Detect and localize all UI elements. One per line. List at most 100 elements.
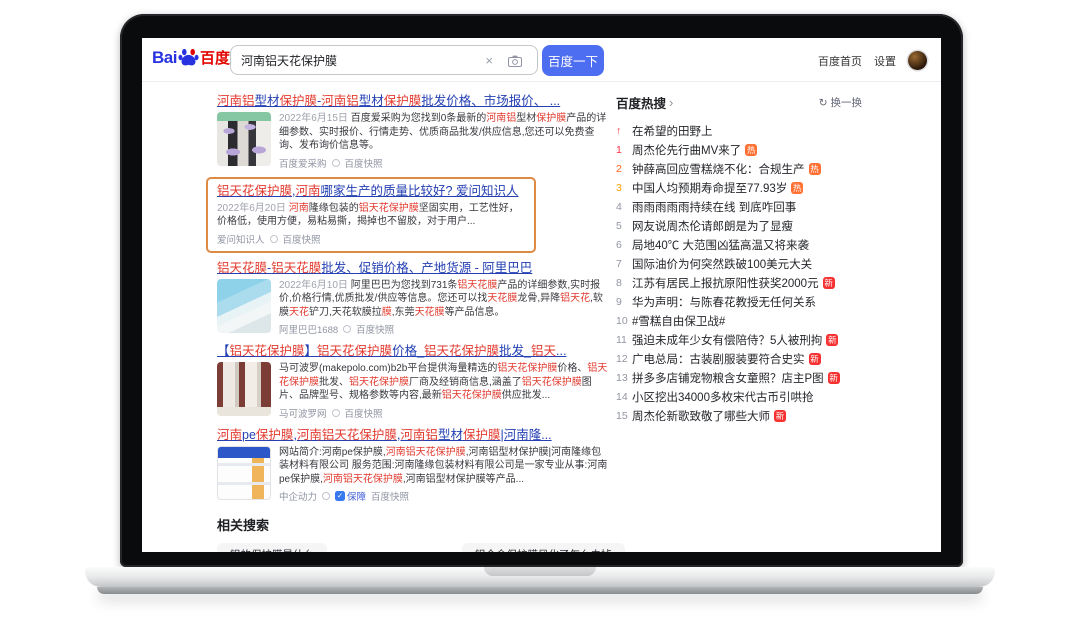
user-avatar[interactable] <box>908 51 927 70</box>
hot-item-text: 广电总局：古装剧服装要符合史实 <box>632 351 805 367</box>
baidu-logo[interactable]: Bai 百度 <box>152 47 230 68</box>
baidu-header: Bai 百度 × <box>142 38 941 82</box>
related-search-section: 相关搜索 铝的保护膜是什么铝合金保护膜风化了怎么去掉德阳软膜天花铝制品表面的保护… <box>217 515 609 552</box>
hot-item-text: #雪糕自由保卫战# <box>632 313 725 329</box>
hot-badge: 热 <box>809 163 821 175</box>
hot-rank-number: 6 <box>616 239 632 251</box>
result-title-link[interactable]: 河南铝型材保护膜-河南铝型材保护膜批发价格、市场报价、 ... <box>217 93 609 109</box>
refresh-icon: ↻ <box>819 97 828 109</box>
chevron-right-icon: › <box>669 96 673 109</box>
related-search-pill[interactable]: 铝的保护膜是什么 <box>217 543 327 552</box>
result-source-name: 中企动力 <box>279 489 317 503</box>
hot-search-item[interactable]: 15周杰伦新歌致敬了哪些大师新 <box>616 406 866 425</box>
clear-icon[interactable]: × <box>485 54 493 67</box>
hot-search-item[interactable]: 5网友说周杰伦请郎朗是为了显瘦 <box>616 216 866 235</box>
result-thumbnail-image[interactable] <box>217 279 271 333</box>
hot-search-item[interactable]: 13拼多多店铺宠物粮含女童照？店主P图新 <box>616 368 866 387</box>
snapshot-link[interactable]: 百度快照 <box>345 406 383 420</box>
snapshot-circle-icon <box>332 159 340 167</box>
result-text-col: 马可波罗(makepolo.com)b2b平台提供海量精选的铝天花保护膜价格、铝… <box>279 362 609 420</box>
snapshot-link[interactable]: 百度快照 <box>283 232 321 246</box>
result-body: 网站简介:河南pe保护膜,河南铝天花保护膜,河南铝型材保护膜|河南隆缘包装材料有… <box>217 446 609 504</box>
hot-search-item[interactable]: ↑在希望的田野上 <box>616 121 866 140</box>
result-thumbnail-image[interactable] <box>217 112 271 166</box>
hot-search-list: ↑在希望的田野上1周杰伦先行曲MV来了热2钟薛高回应雪糕烧不化：合规生产热3中国… <box>616 121 866 425</box>
hot-rank-number: 3 <box>616 182 632 194</box>
hot-badge: 新 <box>823 277 835 289</box>
result-thumbnail-image[interactable] <box>217 446 271 500</box>
search-input[interactable] <box>241 53 466 67</box>
result-body: 2022年6月20日 河南隆缘包装的铝天花保护膜坚固实用，工艺性好，价格低，使用… <box>217 202 525 246</box>
snapshot-link[interactable]: 百度快照 <box>356 322 394 336</box>
hot-search-item[interactable]: 8江苏有居民上报抗原阳性获奖2000元新 <box>616 273 866 292</box>
search-button[interactable]: 百度一下 <box>542 45 604 76</box>
hot-search-item[interactable]: 14小区挖出34000多枚宋代古币引哄抢 <box>616 387 866 406</box>
hot-rank-number: 8 <box>616 277 632 289</box>
nav-baidu-home[interactable]: 百度首页 <box>818 53 862 69</box>
snapshot-link[interactable]: 百度快照 <box>371 489 409 503</box>
top-pin-icon: ↑ <box>616 125 632 137</box>
hot-item-text: 局地40℃ 大范围凶猛高温又将来袭 <box>632 237 809 253</box>
related-search-title: 相关搜索 <box>217 515 609 534</box>
hot-item-text: 在希望的田野上 <box>632 123 713 139</box>
hot-search-panel: 百度热搜 › ↻ 换一换 ↑在希望的田野上1周杰伦先行曲MV来了热2钟薛高回应雪… <box>616 93 866 425</box>
hot-search-item[interactable]: 7国际油价为何突然跌破100美元大关 <box>616 254 866 273</box>
result-description: 2022年6月20日 河南隆缘包装的铝天花保护膜坚固实用，工艺性好，价格低，使用… <box>217 202 525 229</box>
snapshot-link[interactable]: 百度快照 <box>345 156 383 170</box>
result-title-link[interactable]: 铝天花保护膜,河南哪家生产的质量比较好? 爱问知识人 <box>217 183 525 199</box>
hot-rank-number: 4 <box>616 201 632 213</box>
result-text-col: 网站简介:河南pe保护膜,河南铝天花保护膜,河南铝型材保护膜|河南隆缘包装材料有… <box>279 446 609 504</box>
nav-settings[interactable]: 设置 <box>874 53 896 69</box>
hot-search-item[interactable]: 6局地40℃ 大范围凶猛高温又将来袭 <box>616 235 866 254</box>
check-icon: ✓ <box>335 491 345 501</box>
highlighted-result: 铝天花保护膜,河南哪家生产的质量比较好? 爱问知识人 2022年6月20日 河南隆… <box>206 177 536 253</box>
search-result: 河南pe保护膜,河南铝天花保护膜,河南铝型材保护膜|河南隆... 网站简介:河南p… <box>217 427 609 504</box>
snapshot-circle-icon <box>322 492 330 500</box>
hot-rank-number: 9 <box>616 296 632 308</box>
search-result: 河南铝型材保护膜-河南铝型材保护膜批发价格、市场报价、 ... 2022年6月15… <box>217 93 609 170</box>
hot-badge: 新 <box>828 372 840 384</box>
result-source-name: 爱问知识人 <box>217 232 265 246</box>
result-text-col: 2022年6月10日 阿里巴巴为您找到731条铝天花膜产品的详细参数,实时报价,… <box>279 279 609 337</box>
result-title-link[interactable]: 【铝天花保护膜】铝天花保护膜价格_铝天花保护膜批发_铝天... <box>217 343 609 359</box>
hot-rank-number: 15 <box>616 410 632 422</box>
refresh-button[interactable]: ↻ 换一换 <box>819 95 862 110</box>
result-title-link[interactable]: 铝天花膜-铝天花膜批发、促销价格、产地货源 - 阿里巴巴 <box>217 260 609 276</box>
hot-search-item[interactable]: 11强迫未成年少女有偿陪侍？5人被刑拘新 <box>616 330 866 349</box>
hot-rank-number: 11 <box>616 334 632 346</box>
result-source-row: 中企动力✓保障百度快照 <box>279 489 609 503</box>
snapshot-circle-icon <box>332 409 340 417</box>
hot-search-item[interactable]: 1周杰伦先行曲MV来了热 <box>616 140 866 159</box>
hot-item-text: 国际油价为何突然跌破100美元大关 <box>632 256 812 272</box>
result-body: 2022年6月15日 百度爱采购为您找到0条最新的河南铝型材保护膜产品的详细参数… <box>217 112 609 170</box>
hot-search-item[interactable]: 3中国人均预期寿命提至77.93岁热 <box>616 178 866 197</box>
laptop-base <box>85 567 995 587</box>
hot-search-item[interactable]: 2钟薛高回应雪糕烧不化：合规生产热 <box>616 159 866 178</box>
result-body: 马可波罗(makepolo.com)b2b平台提供海量精选的铝天花保护膜价格、铝… <box>217 362 609 420</box>
hot-item-text: 拼多多店铺宠物粮含女童照？店主P图 <box>632 370 824 386</box>
hot-search-item[interactable]: 12广电总局：古装剧服装要符合史实新 <box>616 349 866 368</box>
hot-item-text: 钟薛高回应雪糕烧不化：合规生产 <box>632 161 805 177</box>
results-list: 河南铝型材保护膜-河南铝型材保护膜批发价格、市场报价、 ... 2022年6月15… <box>217 93 609 503</box>
baidu-logo-text-cn: 百度 <box>200 47 230 68</box>
related-search-pill[interactable]: 铝合金保护膜风化了怎么去掉 <box>462 543 625 552</box>
result-title-link[interactable]: 河南pe保护膜,河南铝天花保护膜,河南铝型材保护膜|河南隆... <box>217 427 609 443</box>
hot-search-title[interactable]: 百度热搜 <box>616 93 666 112</box>
result-description: 2022年6月10日 阿里巴巴为您找到731条铝天花膜产品的详细参数,实时报价,… <box>279 279 609 320</box>
hot-rank-number: 13 <box>616 372 632 384</box>
laptop-base-edge <box>97 587 983 594</box>
result-source-name: 百度爱采购 <box>279 156 327 170</box>
main-results-column: 河南铝型材保护膜-河南铝型材保护膜批发价格、市场报价、 ... 2022年6月15… <box>217 93 609 552</box>
search-box[interactable]: × <box>230 45 538 75</box>
refresh-label: 换一换 <box>831 95 863 110</box>
result-thumbnail-image[interactable] <box>217 362 271 416</box>
hot-rank-number: 7 <box>616 258 632 270</box>
hot-search-item[interactable]: 9华为声明：与陈春花教授无任何关系 <box>616 292 866 311</box>
baidu-paw-icon <box>178 47 199 68</box>
hot-rank-number: 14 <box>616 391 632 403</box>
browser-viewport: Bai 百度 × <box>142 38 941 552</box>
hot-search-item[interactable]: 4雨雨雨雨雨持续在线 到底咋回事 <box>616 197 866 216</box>
hot-search-item[interactable]: 10#雪糕自由保卫战# <box>616 311 866 330</box>
camera-icon[interactable] <box>508 55 522 67</box>
hot-item-text: 中国人均预期寿命提至77.93岁 <box>632 180 787 196</box>
